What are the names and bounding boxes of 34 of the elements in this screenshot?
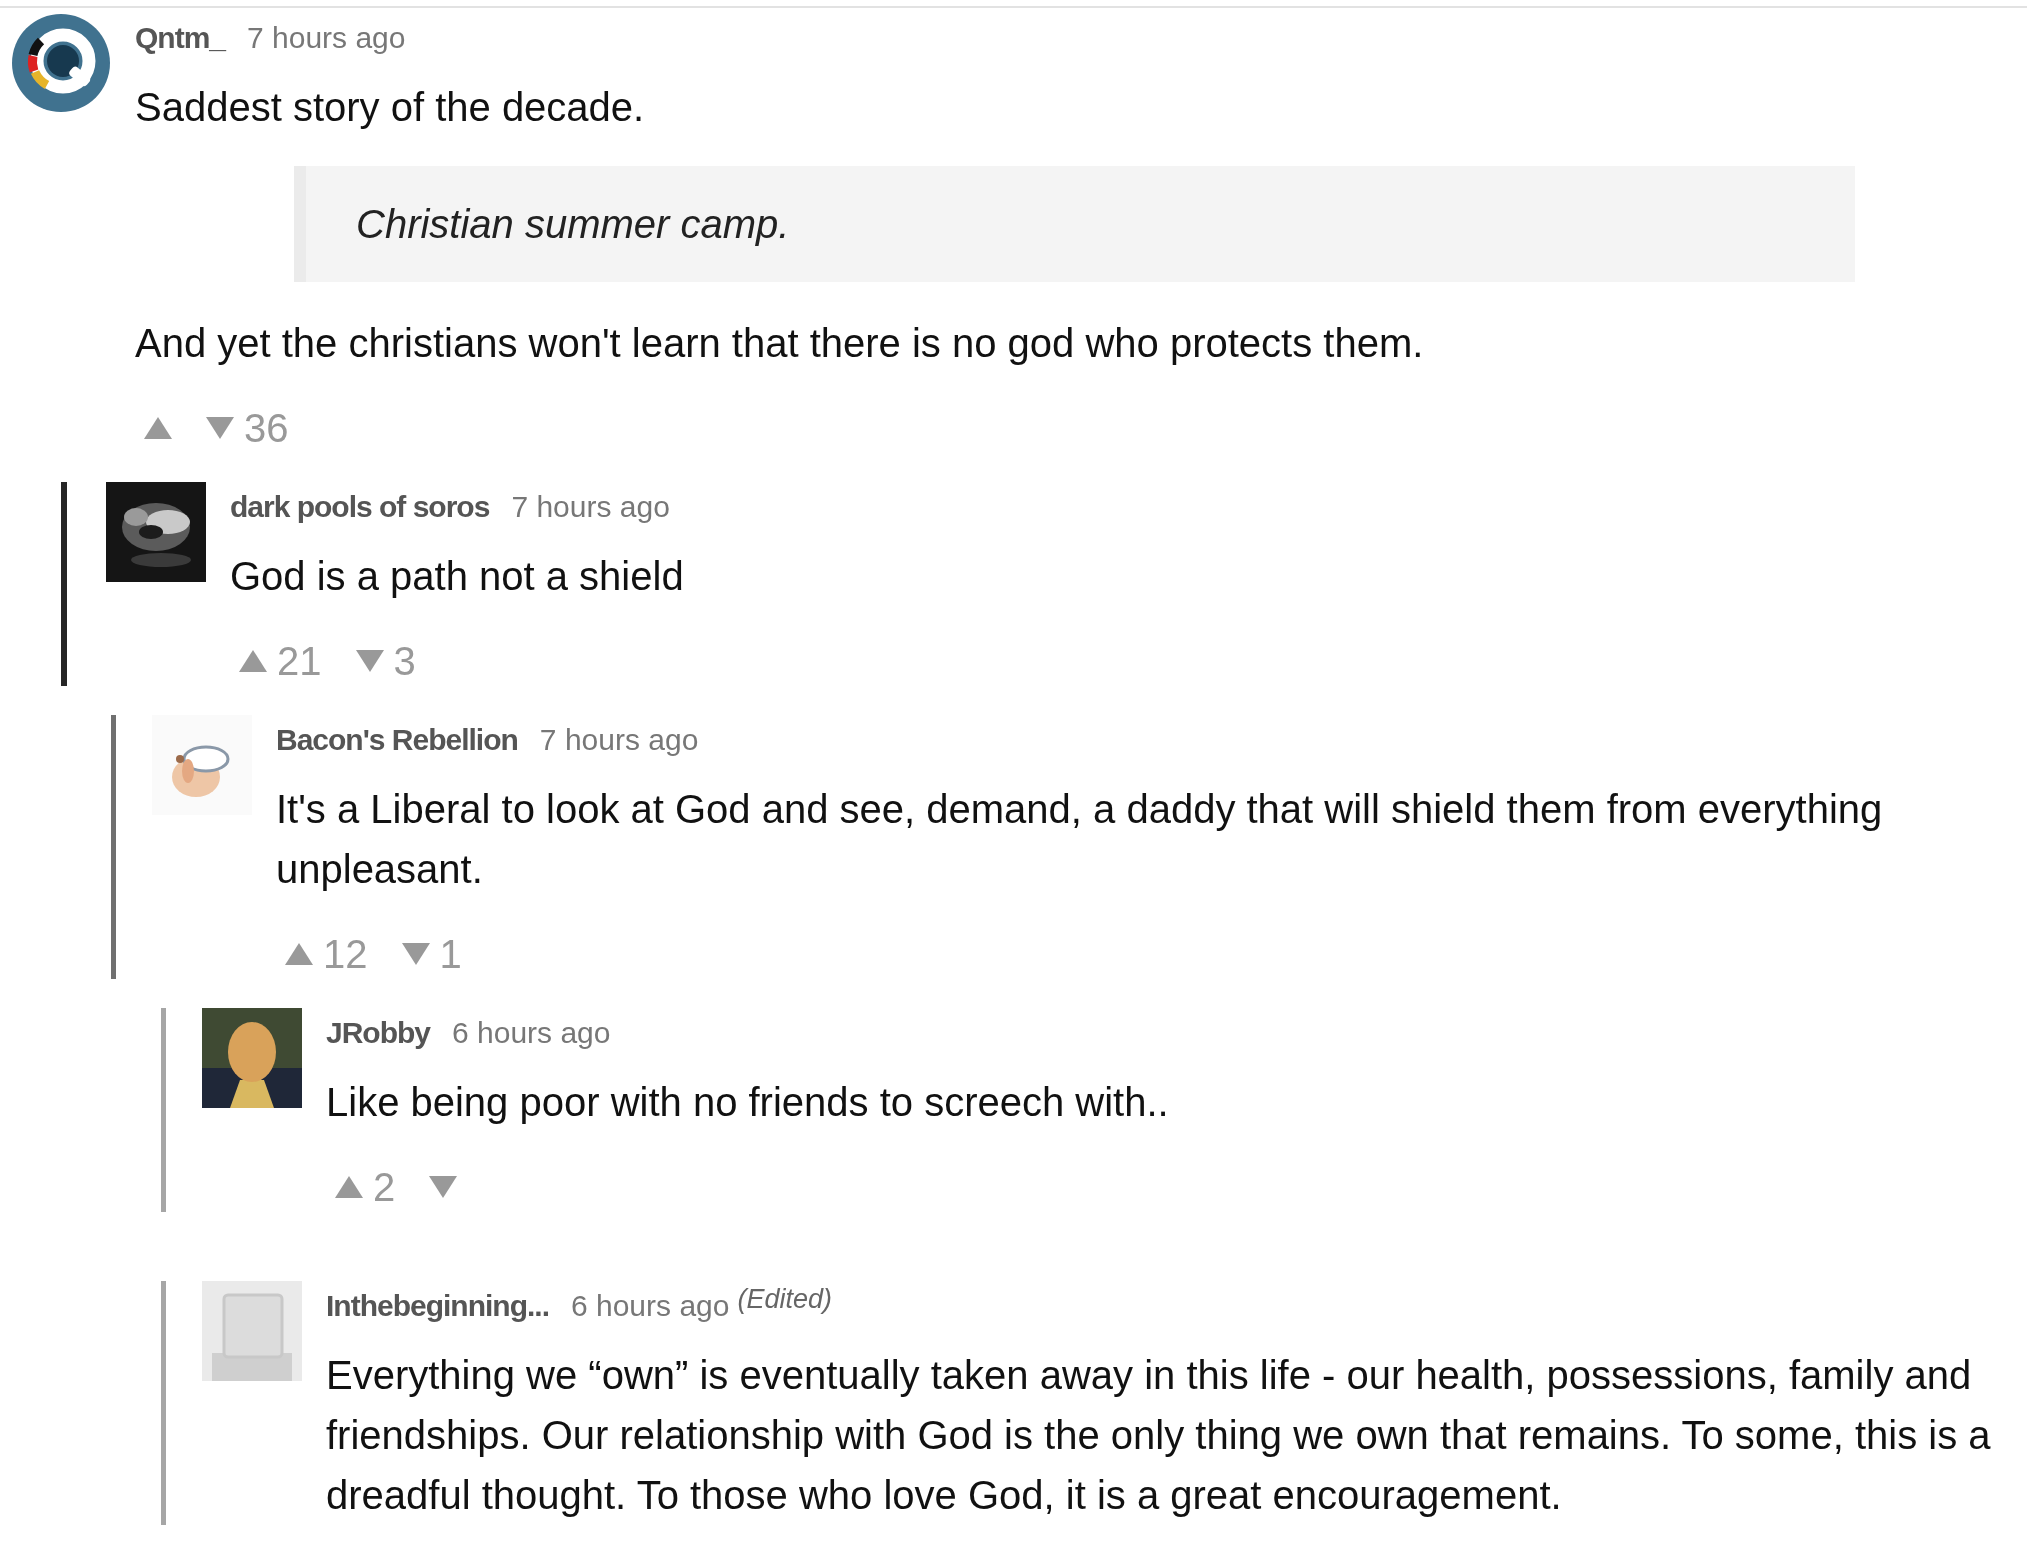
username-link[interactable]: Inthebeginning... xyxy=(326,1281,549,1331)
comment-text: God is a path not a shield xyxy=(230,553,685,600)
downvote-icon xyxy=(355,650,384,672)
upvote-button[interactable]: 2 xyxy=(335,1162,396,1212)
upvote-button[interactable] xyxy=(144,417,172,439)
username-link[interactable]: Bacon's Rebellion xyxy=(276,715,518,765)
timestamp: 7 hours ago xyxy=(247,20,406,56)
downvote-icon xyxy=(206,417,234,439)
comment-text: Everything we “own” is eventually taken away in this life - our health, possessions, family and friendships. Our relationship with God is the only thing we own that remains. To some, this is a dreadful thought. To those who love God, it is a great encouragement. xyxy=(326,1352,1992,1519)
downvote-button[interactable]: 36 xyxy=(206,403,289,453)
comment-text: And yet the christians won't learn that there is no god who protects them. xyxy=(135,320,1425,367)
upvote-button[interactable]: 12 xyxy=(285,929,368,979)
username-link[interactable]: Qntm_ xyxy=(135,13,225,63)
quote-block: Christian summer camp. xyxy=(294,166,1855,282)
upvote-button[interactable]: 21 xyxy=(239,636,322,686)
timestamp: 6 hours ago xyxy=(571,1288,730,1324)
comment-text: Like being poor with no friends to screech with.. xyxy=(326,1079,1170,1126)
username-link[interactable]: dark pools of soros xyxy=(230,482,490,532)
comment-text: It's a Liberal to look at God and see, demand, a daddy that will shield them from everything unpleasant. xyxy=(276,786,1884,893)
comment-text: Saddest story of the decade. xyxy=(135,84,646,131)
upvote-icon xyxy=(335,1176,363,1198)
upvote-icon xyxy=(285,943,313,965)
downvote-icon xyxy=(401,943,430,965)
upvote-icon xyxy=(239,650,267,672)
edited-label: (Edited) xyxy=(737,1283,832,1316)
username-link[interactable]: JRobby xyxy=(326,1008,430,1058)
timestamp: 7 hours ago xyxy=(511,489,670,525)
upvote-icon xyxy=(144,417,172,439)
downvote-icon xyxy=(429,1176,458,1198)
timestamp: 7 hours ago xyxy=(539,722,699,758)
downvote-button[interactable]: 1 xyxy=(401,929,462,979)
downvote-button[interactable]: 3 xyxy=(355,636,416,686)
downvote-button[interactable] xyxy=(429,1176,458,1198)
timestamp: 6 hours ago xyxy=(452,1015,611,1051)
